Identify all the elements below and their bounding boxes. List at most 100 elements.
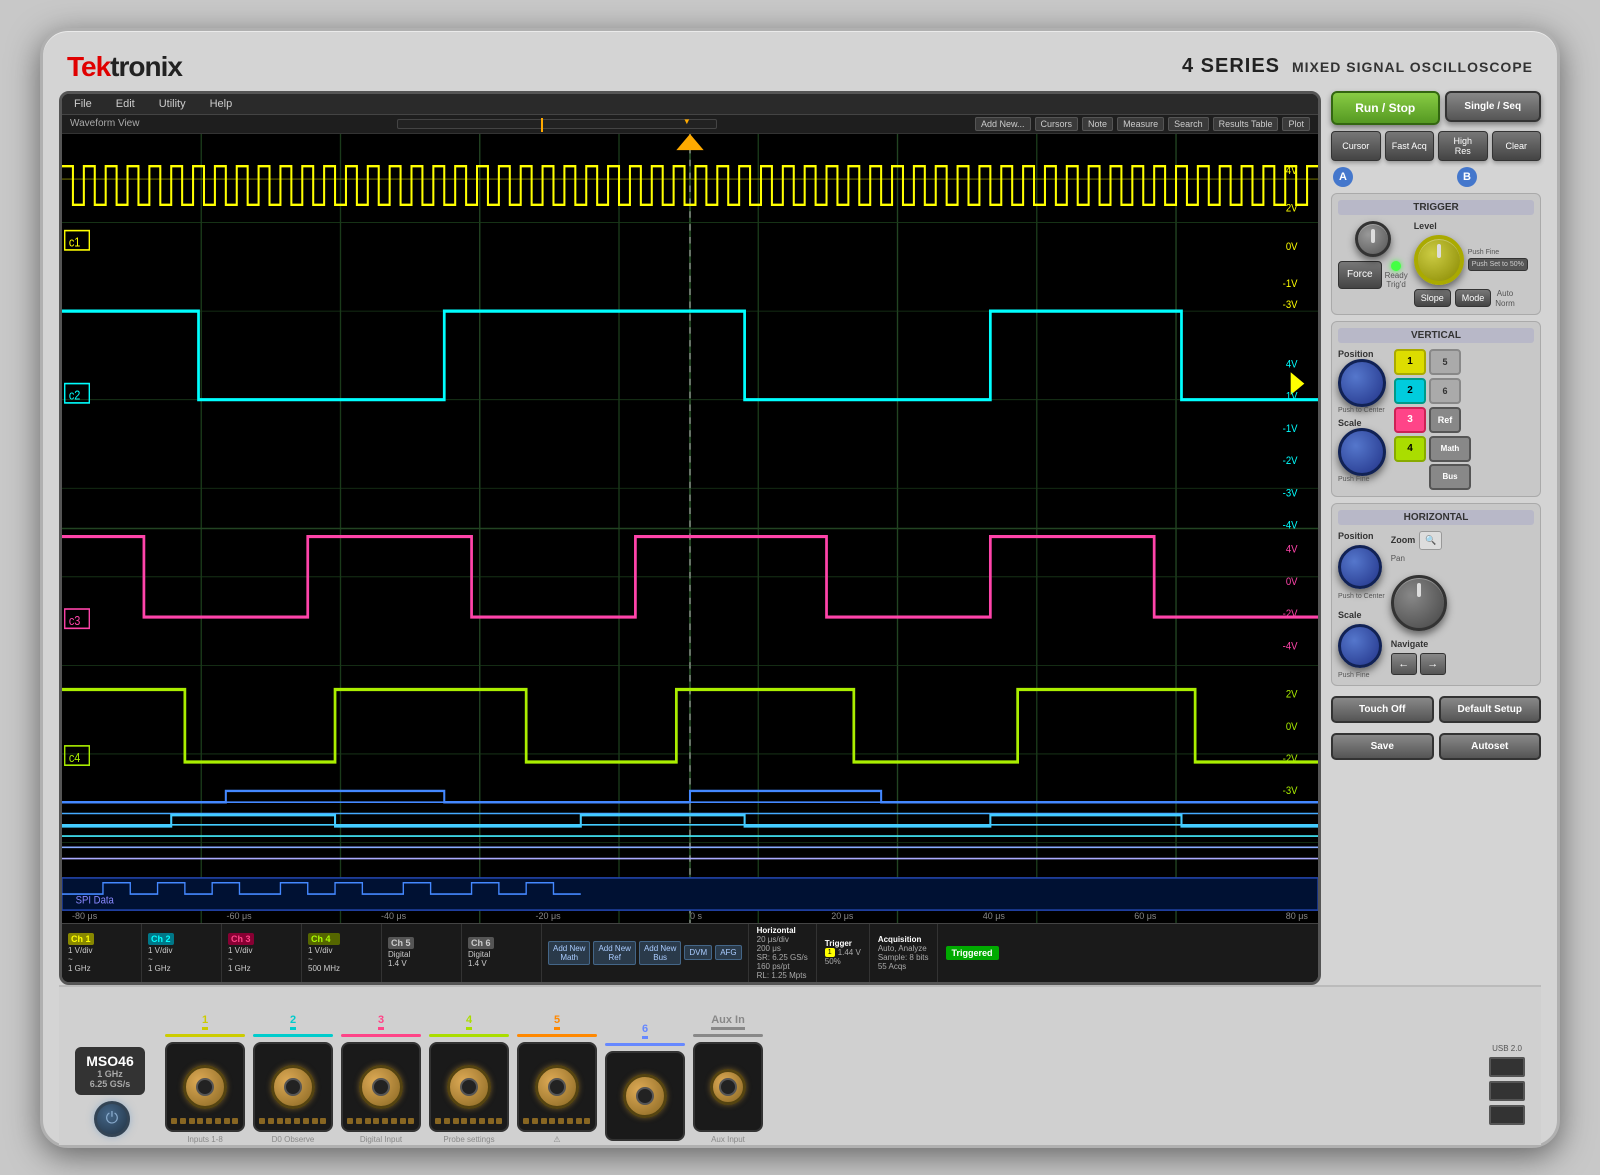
add-new-btn[interactable]: Add New... xyxy=(975,117,1031,131)
ch2-label: Ch 2 xyxy=(148,933,174,945)
autoset-button[interactable]: Autoset xyxy=(1439,733,1542,760)
vertical-section: VERTICAL Position Push to Center xyxy=(1331,321,1541,497)
force-button[interactable]: Force xyxy=(1338,261,1382,289)
nav-right-button[interactable]: → xyxy=(1420,653,1446,675)
bnc-3 xyxy=(359,1065,403,1109)
bottom-section: MSO46 1 GHz 6.25 GS/s ⏻ 1 Inputs 1-8 2 xyxy=(59,985,1541,1145)
menu-edit[interactable]: Edit xyxy=(112,96,139,112)
ready-indicator: Ready Trig'd xyxy=(1385,261,1408,289)
ch6-button[interactable]: 6 xyxy=(1429,378,1461,404)
ch2-val1: 1 V/div xyxy=(148,946,174,955)
add-math-btn[interactable]: Add NewMath xyxy=(548,941,590,965)
top-buttons-row: Run / Stop Single / Seq xyxy=(1331,91,1541,125)
search-btn[interactable]: Search xyxy=(1168,117,1209,131)
ch1-val2: ~ xyxy=(68,955,92,964)
ch1-info: Ch 1 1 V/div ~ 1 GHz xyxy=(62,924,142,982)
ch4-button[interactable]: 4 xyxy=(1394,436,1426,462)
svg-text:0V: 0V xyxy=(1286,241,1298,253)
connector-ch2: 2 D0 Observe xyxy=(253,1014,333,1145)
trigger-a-knob[interactable] xyxy=(1355,221,1391,257)
time-label-3: -20 μs xyxy=(535,911,560,921)
aux-body[interactable] xyxy=(693,1042,763,1132)
svg-text:1V: 1V xyxy=(1286,391,1298,403)
measure-btn[interactable]: Measure xyxy=(1117,117,1164,131)
trigger-level-knob[interactable] xyxy=(1414,235,1464,285)
note-btn[interactable]: Note xyxy=(1082,117,1113,131)
vert-position-knob[interactable] xyxy=(1338,359,1386,407)
save-button[interactable]: Save xyxy=(1331,733,1434,760)
afg-btn[interactable]: AFG xyxy=(715,945,741,960)
conn-3-body[interactable] xyxy=(341,1042,421,1132)
set-50-button[interactable]: Push Set to 50% xyxy=(1468,258,1528,271)
ch5-button[interactable]: 5 xyxy=(1429,349,1461,375)
ch1-button[interactable]: 1 xyxy=(1394,349,1426,375)
conn-6-label: 6 xyxy=(642,1023,648,1039)
menu-utility[interactable]: Utility xyxy=(155,96,190,112)
controls-panel: Run / Stop Single / Seq Cursor Fast Acq … xyxy=(1331,91,1541,985)
single-seq-button[interactable]: Single / Seq xyxy=(1445,91,1542,122)
conn-3-label: 3 xyxy=(378,1014,384,1030)
ch3-button[interactable]: 3 xyxy=(1394,407,1426,433)
default-setup-button[interactable]: Default Setup xyxy=(1439,696,1542,723)
ch2-button[interactable]: 2 xyxy=(1394,378,1426,404)
conn-5-body[interactable] xyxy=(517,1042,597,1132)
svg-text:-2V: -2V xyxy=(1283,455,1298,467)
conn-4-label: 4 xyxy=(466,1014,472,1030)
usb-port-3[interactable] xyxy=(1489,1105,1525,1125)
svg-text:c1: c1 xyxy=(69,234,81,249)
horiz-scale-knob[interactable] xyxy=(1338,624,1382,668)
menu-help[interactable]: Help xyxy=(206,96,237,112)
brand-tronix: tronix xyxy=(110,51,182,82)
results-table-btn[interactable]: Results Table xyxy=(1213,117,1279,131)
conn-6-body[interactable] xyxy=(605,1051,685,1141)
svg-text:4V: 4V xyxy=(1286,544,1298,556)
dvm-btn[interactable]: DVM xyxy=(684,945,712,960)
horiz-navigate-knob[interactable] xyxy=(1391,575,1447,631)
fast-acq-button[interactable]: Fast Acq xyxy=(1385,131,1435,161)
vert-scale-row: Scale Push Fine xyxy=(1338,418,1386,483)
high-res-button[interactable]: High Res xyxy=(1438,131,1488,161)
horiz-position-knob[interactable] xyxy=(1338,545,1382,589)
menu-file[interactable]: File xyxy=(70,96,96,112)
time-label-6: 40 μs xyxy=(983,911,1005,921)
touch-off-button[interactable]: Touch Off xyxy=(1331,696,1434,723)
math-button[interactable]: Math xyxy=(1429,436,1471,462)
svg-text:-2V: -2V xyxy=(1283,608,1298,620)
slope-button[interactable]: Slope xyxy=(1414,289,1451,307)
ready-light xyxy=(1391,261,1401,271)
aux-bnc xyxy=(710,1069,746,1105)
vert-scale-knob[interactable] xyxy=(1338,428,1386,476)
cursor-button[interactable]: Cursor xyxy=(1331,131,1381,161)
cursors-btn[interactable]: Cursors xyxy=(1035,117,1079,131)
waveform-toolbar: Waveform View ▼ Add New... Cursors Note … xyxy=(62,115,1318,134)
svg-text:c4: c4 xyxy=(69,750,81,765)
run-stop-button[interactable]: Run / Stop xyxy=(1331,91,1440,125)
b-indicator: B xyxy=(1457,167,1477,187)
usb-port-2[interactable] xyxy=(1489,1081,1525,1101)
plot-btn[interactable]: Plot xyxy=(1282,117,1310,131)
trigger-section: TRIGGER Force Ready Trig'd xyxy=(1331,193,1541,315)
usb-port-1[interactable] xyxy=(1489,1057,1525,1077)
conn-5-label: 5 xyxy=(554,1014,560,1030)
conn-1-body[interactable] xyxy=(165,1042,245,1132)
connector-ch5: 5 ⚠ xyxy=(517,1014,597,1145)
horizontal-title: HORIZONTAL xyxy=(1338,510,1534,525)
zoom-button[interactable]: 🔍 xyxy=(1419,531,1442,550)
conn-1-label: 1 xyxy=(202,1014,208,1030)
bnc-4 xyxy=(447,1065,491,1109)
clear-button[interactable]: Clear xyxy=(1492,131,1542,161)
connector-ch1: 1 Inputs 1-8 xyxy=(165,1014,245,1145)
conn-4-body[interactable] xyxy=(429,1042,509,1132)
ch1-val1: 1 V/div xyxy=(68,946,92,955)
svg-text:-3V: -3V xyxy=(1283,785,1298,797)
power-button[interactable]: ⏻ xyxy=(94,1101,130,1137)
mode-button[interactable]: Mode xyxy=(1455,289,1492,307)
ref-button[interactable]: Ref xyxy=(1429,407,1461,433)
add-bus-btn[interactable]: Add NewBus xyxy=(639,941,681,965)
conn-2-body[interactable] xyxy=(253,1042,333,1132)
bus-button[interactable]: Bus xyxy=(1429,464,1471,490)
nav-left-button[interactable]: ← xyxy=(1391,653,1417,675)
svg-text:0V: 0V xyxy=(1286,721,1298,733)
add-ref-btn[interactable]: Add NewRef xyxy=(593,941,635,965)
ctrl-row-1: Cursor Fast Acq High Res Clear xyxy=(1331,131,1541,161)
